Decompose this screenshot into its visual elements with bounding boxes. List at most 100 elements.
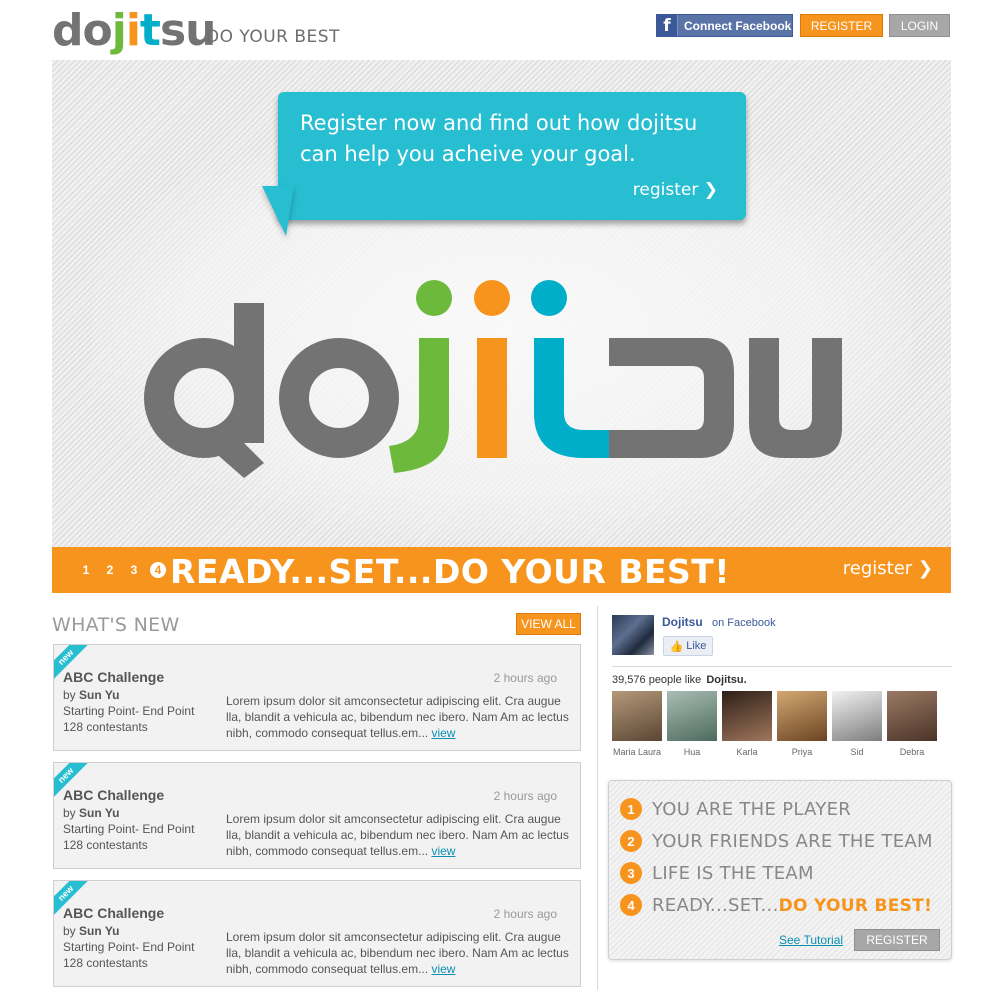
news-item[interactable]: new ABC Challenge 2 hours ago by Sun Yu … — [53, 880, 581, 987]
logo-letter-j-dot — [416, 280, 452, 316]
news-description-wrap: Lorem ipsum dolor sit amconsectetur adip… — [226, 929, 570, 977]
news-item[interactable]: new ABC Challenge 2 hours ago by Sun Yu … — [53, 762, 581, 869]
logo-letter-t-dot — [531, 280, 567, 316]
like-label: Like — [686, 640, 707, 652]
hero-banner: Register now and find out how dojitsu ca… — [52, 60, 951, 547]
logo-letter-i-dot — [474, 280, 510, 316]
news-author: Sun Yu — [79, 806, 120, 820]
facebook-page-name[interactable]: Dojitsu — [662, 615, 703, 629]
news-author-line: by Sun Yu — [63, 806, 119, 820]
friend-name: Sid — [850, 747, 864, 757]
friend-avatar — [722, 691, 772, 741]
logo-letter-t — [534, 338, 609, 458]
news-description: Lorem ipsum dolor sit amconsectetur adip… — [226, 812, 569, 858]
facebook-likes-count: 39,576 people like Dojitsu. — [612, 674, 747, 686]
logo-letter-d-tail — [204, 438, 264, 478]
facebook-icon: f — [657, 15, 678, 36]
logo-part-i: i — [125, 5, 141, 56]
news-item[interactable]: new ABC Challenge 2 hours ago by Sun Yu … — [53, 644, 581, 751]
news-view-link[interactable]: view — [431, 726, 455, 740]
step-number: 3 — [620, 862, 642, 884]
column-divider — [597, 606, 598, 990]
friend-name: Maria Laura — [612, 747, 662, 757]
step-1: 1 YOU ARE THE PLAYER — [620, 798, 851, 820]
step-2: 2 YOUR FRIENDS ARE THE TEAM — [620, 830, 933, 852]
friend-name: Hua — [683, 747, 701, 757]
news-view-link[interactable]: view — [431, 962, 455, 976]
tagline: DO YOUR BEST — [206, 27, 340, 47]
whats-new-title: WHAT'S NEW — [52, 614, 180, 636]
news-title[interactable]: ABC Challenge — [63, 905, 164, 921]
register-button-header[interactable]: REGISTER — [800, 14, 883, 37]
register-speech-bubble[interactable]: Register now and find out how dojitsu ca… — [278, 92, 746, 220]
news-by: by — [63, 688, 76, 702]
step-text: YOU ARE THE PLAYER — [652, 798, 852, 820]
news-by: by — [63, 924, 76, 938]
news-view-link[interactable]: view — [431, 844, 455, 858]
slider-dot-4-active[interactable]: 4 — [150, 562, 166, 578]
news-description-wrap: Lorem ipsum dolor sit amconsectetur adip… — [226, 811, 570, 859]
facebook-page-avatar[interactable] — [612, 615, 654, 655]
step-number: 2 — [620, 830, 642, 852]
slider-dot-1[interactable]: 1 — [78, 562, 94, 578]
step-text-start: READY...SET... — [652, 894, 779, 916]
news-contestants: 128 contestants — [63, 720, 148, 734]
friend-name: Priya — [791, 747, 813, 757]
logo-letter-i — [477, 338, 507, 458]
friend-priya[interactable]: Priya — [777, 691, 827, 757]
likes-count-text: 39,576 people like — [612, 674, 702, 686]
connect-facebook-button[interactable]: f Connect Facebook — [656, 14, 793, 37]
step-number: 4 — [620, 894, 642, 916]
news-route: Starting Point- End Point — [63, 822, 195, 836]
register-button-steps[interactable]: REGISTER — [854, 929, 940, 951]
news-description-wrap: Lorem ipsum dolor sit amconsectetur adip… — [226, 693, 570, 741]
logo-letter-s — [609, 338, 734, 458]
thumbs-up-icon: 👍 — [669, 640, 684, 653]
news-author: Sun Yu — [79, 924, 120, 938]
slider-dot-3[interactable]: 3 — [126, 562, 142, 578]
logo-letter-o — [279, 338, 399, 458]
speech-bubble-tail — [262, 186, 294, 236]
login-button[interactable]: LOGIN — [889, 14, 950, 37]
bubble-register-link[interactable]: register ❯ — [633, 180, 718, 200]
connect-facebook-label: Connect Facebook — [684, 18, 792, 33]
big-dojitsu-logo — [144, 280, 842, 478]
friend-sid[interactable]: Sid — [832, 691, 882, 757]
news-description: Lorem ipsum dolor sit amconsectetur adip… — [226, 694, 569, 740]
news-author-line: by Sun Yu — [63, 688, 119, 702]
step-number: 1 — [620, 798, 642, 820]
step-text: READY...SET...DO YOUR BEST! — [652, 895, 932, 916]
step-text-highlight: DO YOUR BEST! — [778, 895, 933, 916]
slider-headline: READY...SET...DO YOUR BEST! — [170, 552, 730, 591]
step-text: LIFE IS THE TEAM — [652, 862, 814, 884]
dojitsu-logo[interactable]: dojitsu — [52, 5, 216, 56]
news-title[interactable]: ABC Challenge — [63, 669, 164, 685]
facebook-like-button[interactable]: 👍 Like — [663, 636, 713, 656]
news-time: 2 hours ago — [493, 671, 557, 685]
news-author: Sun Yu — [79, 688, 120, 702]
facebook-divider — [612, 666, 952, 667]
news-description: Lorem ipsum dolor sit amconsectetur adip… — [226, 930, 569, 976]
friend-karla[interactable]: Karla — [722, 691, 772, 757]
friend-maria-laura[interactable]: Maria Laura — [612, 691, 662, 757]
friend-name: Debra — [899, 747, 925, 757]
friend-avatar — [832, 691, 882, 741]
step-3: 3 LIFE IS THE TEAM — [620, 862, 814, 884]
friend-debra[interactable]: Debra — [887, 691, 937, 757]
slider-pagination: 1 2 3 4 — [78, 547, 166, 593]
steps-panel: 1 YOU ARE THE PLAYER 2 YOUR FRIENDS ARE … — [608, 780, 952, 960]
slider-dot-2[interactable]: 2 — [102, 562, 118, 578]
news-by: by — [63, 806, 76, 820]
news-time: 2 hours ago — [493, 789, 557, 803]
slider-register-link[interactable]: register ❯ — [843, 558, 933, 579]
friend-hua[interactable]: Hua — [667, 691, 717, 757]
logo-part-j: j — [111, 5, 127, 56]
view-all-button[interactable]: VIEW ALL — [516, 613, 581, 635]
likes-page-name: Dojitsu. — [706, 674, 747, 686]
friend-avatar — [612, 691, 662, 741]
friend-avatar — [777, 691, 827, 741]
logo-part-do: do — [52, 5, 113, 56]
news-title[interactable]: ABC Challenge — [63, 787, 164, 803]
see-tutorial-link[interactable]: See Tutorial — [779, 933, 843, 947]
news-time: 2 hours ago — [493, 907, 557, 921]
